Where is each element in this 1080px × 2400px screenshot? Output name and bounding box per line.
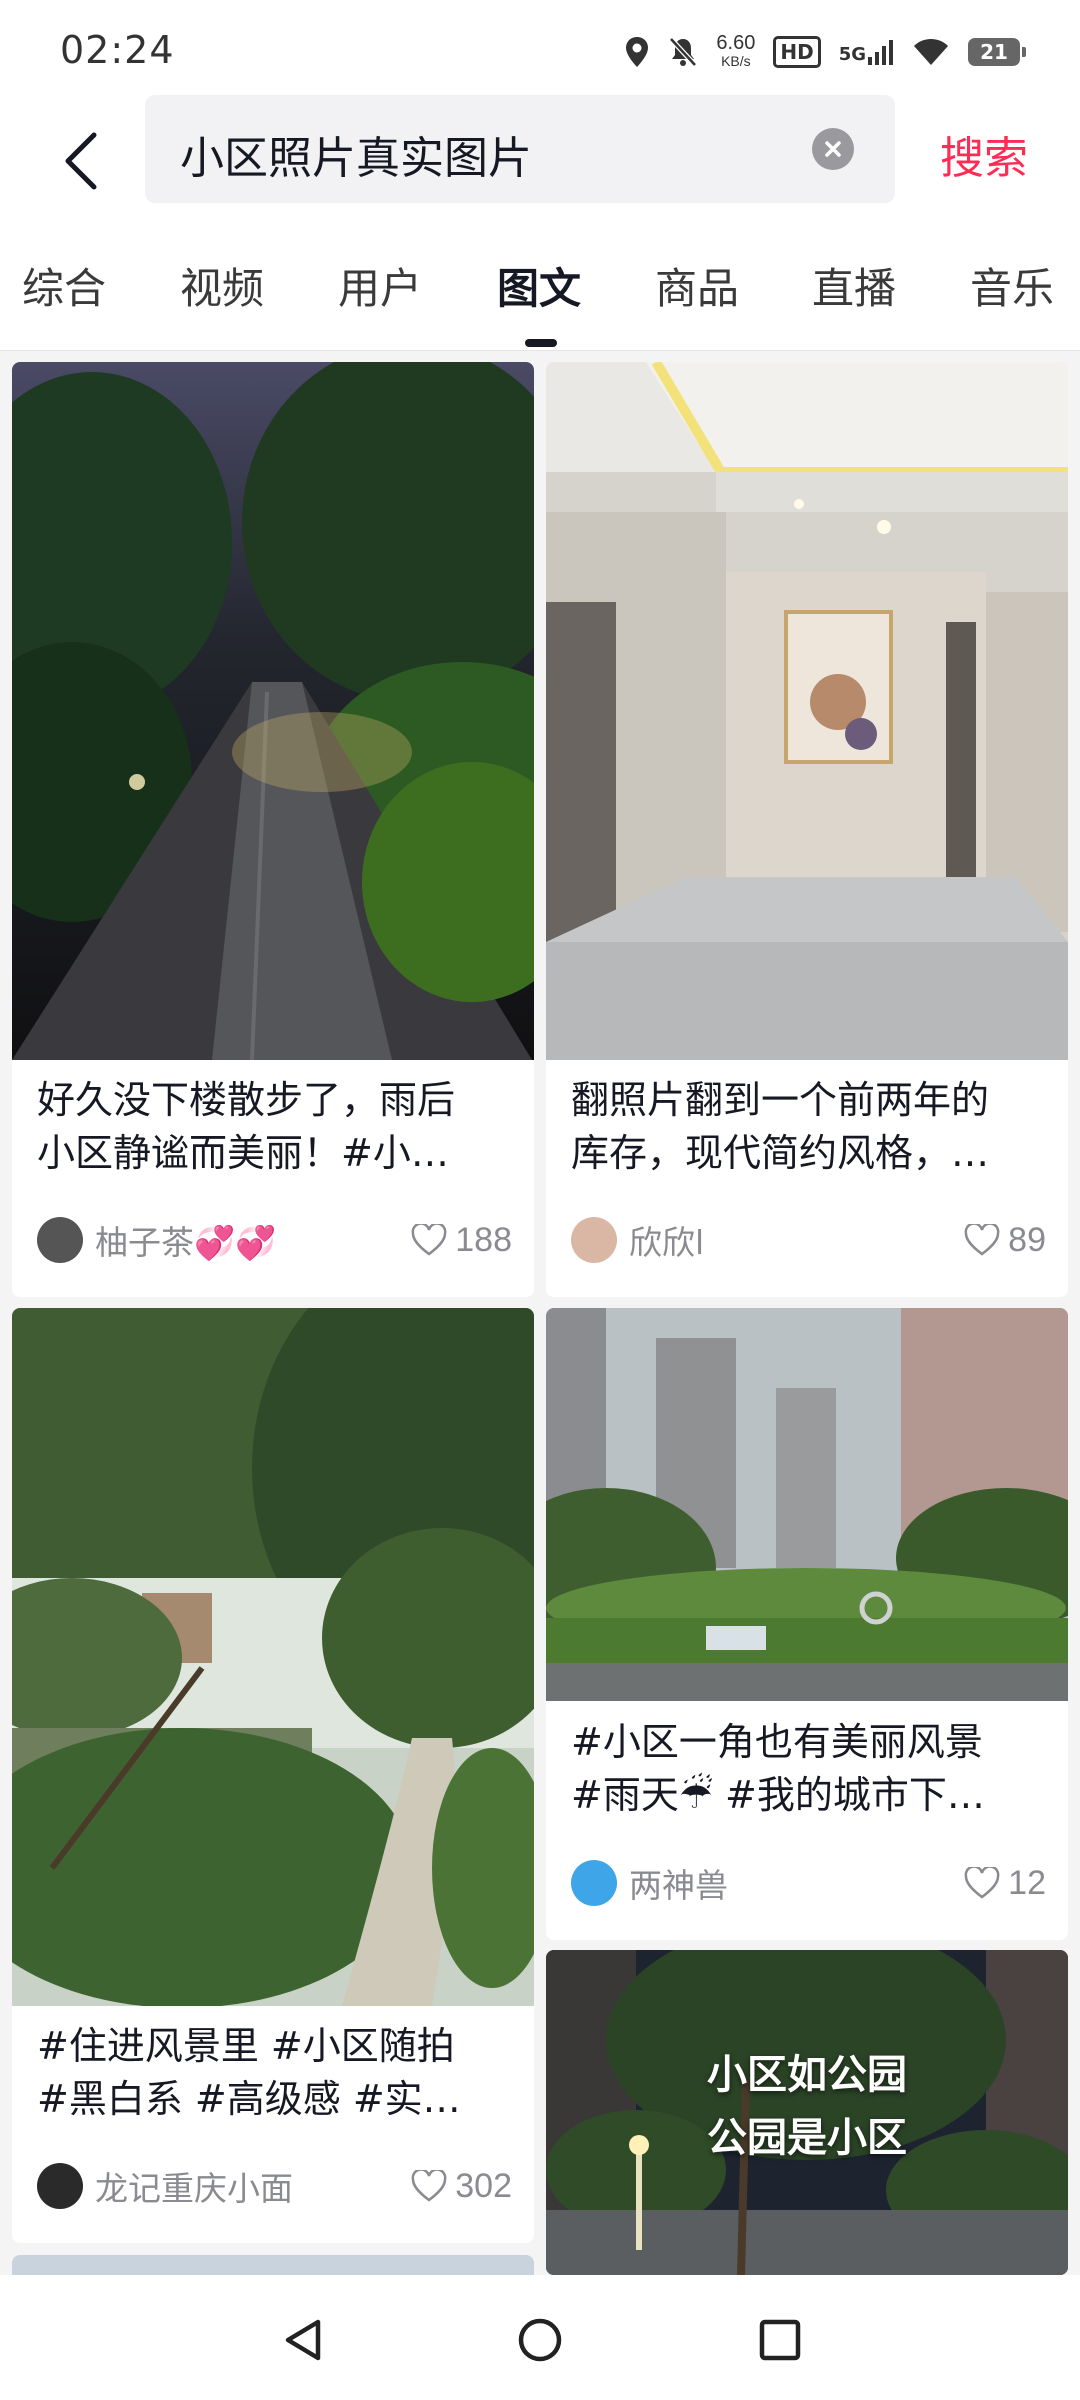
- heart-icon: [964, 1224, 1000, 1256]
- mute-bell-icon: [669, 37, 698, 67]
- battery-icon: 21: [968, 38, 1026, 66]
- search-input[interactable]: 小区照片真实图片: [180, 122, 532, 186]
- wifi-icon: [914, 38, 948, 65]
- post-meta: 两神兽 12: [571, 1858, 1046, 1908]
- post-meta: 柚子茶💞💞 188: [37, 1215, 512, 1265]
- post-title: 好久没下楼散步了，雨后 小区静谧而美丽！#小…: [37, 1078, 456, 1175]
- nav-back-button[interactable]: [272, 2310, 332, 2370]
- category-tabs: 综合 视频 用户 图文 商品 直播 音乐: [0, 225, 1080, 351]
- system-nav-bar: [0, 2275, 1080, 2400]
- signal-icon: 5G: [839, 39, 894, 65]
- circle-home-icon: [518, 2318, 562, 2362]
- tab-music[interactable]: 音乐: [970, 255, 1054, 316]
- like-count: 302: [455, 2166, 512, 2205]
- image-caption-line: 公园是小区: [707, 2115, 907, 2161]
- avatar[interactable]: [571, 1860, 617, 1906]
- active-tab-indicator: [525, 339, 557, 347]
- post-card[interactable]: #小区一角也有美丽风景 #雨天☔ #我的城市下… 两神兽 12: [546, 1308, 1068, 1940]
- status-time: 02:24: [60, 28, 175, 72]
- heart-icon: [411, 2170, 447, 2202]
- back-arrow-icon: [65, 132, 97, 190]
- status-icons: 6.60 KB/s HD 5G 21: [624, 30, 1026, 74]
- post-card[interactable]: 翻照片翻到一个前两年的 库存，现代简约风格，… 欣欣l 89: [546, 362, 1068, 1297]
- tab-live[interactable]: 直播: [812, 255, 896, 316]
- tab-users[interactable]: 用户: [338, 255, 422, 316]
- clear-search-button[interactable]: [812, 128, 854, 170]
- triangle-back-icon: [285, 2319, 321, 2361]
- location-icon: [626, 37, 649, 67]
- like-button[interactable]: 188: [411, 1221, 512, 1260]
- post-card[interactable]: 好久没下楼散步了，雨后 小区静谧而美丽！#小… 柚子茶💞💞 188: [12, 362, 534, 1297]
- post-meta: 龙记重庆小面 302: [37, 2161, 512, 2211]
- author-name[interactable]: 欣欣l: [629, 1216, 704, 1264]
- square-recents-icon: [759, 2319, 801, 2361]
- post-image: [12, 362, 534, 1060]
- post-title: #住进风景里 #小区随拍 #黑白系 #高级感 #实…: [37, 2024, 461, 2121]
- avatar[interactable]: [37, 2163, 83, 2209]
- author-name[interactable]: 两神兽: [629, 1859, 728, 1907]
- post-meta: 欣欣l 89: [571, 1215, 1046, 1265]
- like-count: 89: [1008, 1220, 1046, 1259]
- author-name[interactable]: 柚子茶💞💞: [95, 1216, 276, 1264]
- tab-products[interactable]: 商品: [655, 255, 739, 316]
- post-image: [546, 1308, 1068, 1701]
- close-icon: [825, 141, 841, 157]
- avatar[interactable]: [37, 1217, 83, 1263]
- tab-comprehensive[interactable]: 综合: [22, 255, 106, 316]
- post-title: #小区一角也有美丽风景 #雨天☔ #我的城市下…: [571, 1720, 985, 1817]
- post-image: [546, 362, 1068, 1060]
- tab-videos[interactable]: 视频: [180, 255, 264, 316]
- back-button[interactable]: [48, 116, 112, 206]
- like-button[interactable]: 12: [964, 1864, 1046, 1903]
- author-name[interactable]: 龙记重庆小面: [95, 2162, 293, 2210]
- like-button[interactable]: 302: [411, 2167, 512, 2206]
- nav-recents-button[interactable]: [750, 2310, 810, 2370]
- heart-icon: [964, 1867, 1000, 1899]
- image-caption-line: 小区如公园: [707, 2052, 907, 2098]
- post-title: 翻照片翻到一个前两年的 库存，现代简约风格，…: [571, 1078, 990, 1175]
- post-image: [12, 1308, 534, 2006]
- avatar[interactable]: [571, 1217, 617, 1263]
- tab-image-text[interactable]: 图文: [497, 255, 581, 316]
- network-speed: 6.60 KB/s: [716, 32, 756, 69]
- post-card[interactable]: #住进风景里 #小区随拍 #黑白系 #高级感 #实… 龙记重庆小面 302: [12, 1308, 534, 2243]
- nav-home-button[interactable]: [510, 2310, 570, 2370]
- like-count: 188: [455, 1220, 512, 1259]
- hd-badge: HD: [773, 36, 821, 68]
- like-button[interactable]: 89: [964, 1221, 1046, 1260]
- heart-icon: [411, 1224, 447, 1256]
- post-card[interactable]: 小区如公园 公园是小区: [546, 1950, 1068, 2275]
- like-count: 12: [1008, 1863, 1046, 1902]
- search-button[interactable]: 搜索: [940, 122, 1028, 186]
- status-bar: 02:24 6.60 KB/s HD 5G 21: [0, 0, 1080, 100]
